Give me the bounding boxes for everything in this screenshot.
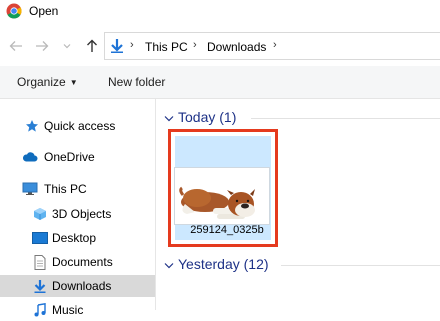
file-name: 259124_0325b — [190, 224, 264, 236]
sidebar-item-desktop[interactable]: Desktop — [0, 227, 155, 249]
chrome-icon — [6, 3, 22, 19]
navigation-bar: › This PC › Downloads › — [0, 26, 440, 66]
sidebar-item-label: Music — [52, 303, 84, 317]
sidebar-item-label: 3D Objects — [52, 207, 112, 221]
file-list: Today (1) 259124_0325b Yesterday (12) — [156, 99, 440, 310]
group-divider — [281, 265, 440, 266]
chevron-down-icon — [164, 114, 174, 125]
sidebar-item-downloads[interactable]: Downloads — [0, 275, 155, 297]
breadcrumb-this-pc[interactable]: This PC — [145, 40, 188, 54]
recent-locations-chevron-icon[interactable] — [62, 38, 72, 54]
navigation-pane: Quick access OneDrive This PC 3D Objects… — [0, 99, 156, 317]
group-header-label: Today (1) — [178, 109, 237, 125]
sidebar-item-label: Quick access — [44, 119, 116, 133]
organize-button[interactable]: Organize ▼ — [17, 75, 78, 89]
breadcrumb-separator-icon: › — [130, 39, 134, 51]
command-bar: Organize ▼ New folder — [0, 66, 440, 99]
address-bar[interactable]: › This PC › Downloads › — [104, 32, 440, 60]
group-divider — [251, 118, 440, 119]
breadcrumb-separator-icon[interactable]: › — [273, 39, 277, 51]
image-thumbnail — [174, 167, 270, 225]
up-arrow-icon[interactable] — [84, 38, 100, 54]
group-header-yesterday[interactable]: Yesterday (12) — [164, 256, 269, 272]
bulldog-photo-icon — [179, 186, 255, 219]
new-folder-button[interactable]: New folder — [108, 75, 165, 89]
sidebar-item-label: OneDrive — [44, 150, 95, 164]
breadcrumb-separator-icon: › — [193, 39, 197, 51]
chevron-down-icon — [164, 261, 174, 272]
group-header-label: Yesterday (12) — [178, 256, 269, 272]
document-icon — [32, 254, 48, 270]
sidebar-item-this-pc[interactable]: This PC — [0, 178, 155, 200]
sidebar-item-documents[interactable]: Documents — [0, 251, 155, 273]
sidebar-item-label: Documents — [52, 255, 113, 269]
cloud-icon — [22, 149, 38, 165]
file-tile[interactable]: 259124_0325b — [168, 129, 278, 247]
group-header-today[interactable]: Today (1) — [164, 109, 236, 125]
file-tile-selection: 259124_0325b — [174, 136, 271, 240]
star-icon — [24, 118, 40, 134]
organize-label: Organize — [17, 75, 66, 89]
cube-icon — [32, 206, 48, 222]
dropdown-caret-icon: ▼ — [69, 78, 78, 87]
sidebar-item-3d-objects[interactable]: 3D Objects — [0, 203, 155, 225]
downloads-location-icon — [109, 38, 125, 54]
music-icon — [32, 302, 48, 318]
download-icon — [32, 278, 48, 294]
sidebar-item-onedrive[interactable]: OneDrive — [0, 146, 155, 168]
sidebar-item-label: This PC — [44, 182, 87, 196]
window-title: Open — [29, 4, 59, 18]
sidebar-item-label: Desktop — [52, 231, 97, 245]
computer-icon — [22, 181, 38, 197]
desktop-icon — [32, 230, 48, 246]
sidebar-item-music[interactable]: Music — [0, 299, 155, 321]
breadcrumb-downloads[interactable]: Downloads — [207, 40, 266, 54]
sidebar-item-quick-access[interactable]: Quick access — [0, 115, 155, 137]
back-arrow-icon[interactable] — [8, 38, 24, 54]
sidebar-item-label: Downloads — [52, 279, 112, 293]
title-bar: Open — [0, 0, 440, 26]
forward-arrow-icon[interactable] — [34, 38, 50, 54]
